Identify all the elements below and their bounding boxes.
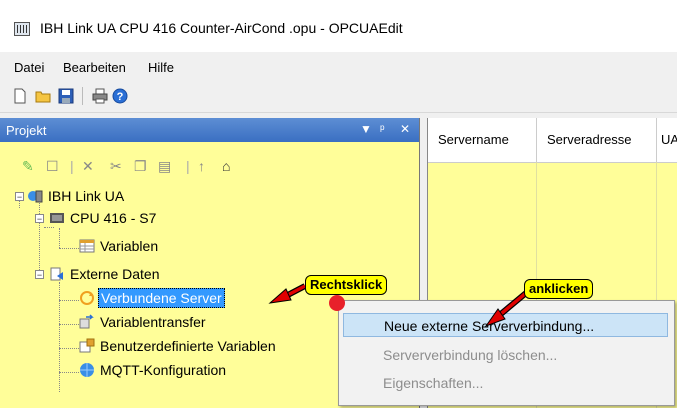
- tree-item-root[interactable]: IBH Link UA: [46, 186, 126, 206]
- menu-item-properties[interactable]: Eigenschaften...: [343, 371, 668, 395]
- tree-label: Variablen: [100, 238, 159, 254]
- pin-icon[interactable]: ᵖ: [380, 122, 385, 136]
- tree-label: CPU 416 - S7: [70, 210, 157, 226]
- help-icon[interactable]: ?: [112, 88, 128, 104]
- tree-label: Variablentransfer: [100, 314, 206, 330]
- tree-item-cpu[interactable]: CPU 416 - S7: [68, 208, 158, 228]
- tree-line: [59, 348, 79, 349]
- save-icon[interactable]: [58, 88, 74, 104]
- column-ua[interactable]: UA: [657, 118, 677, 162]
- menu-hilfe[interactable]: Hilfe: [148, 60, 174, 75]
- tree-line: [59, 300, 79, 301]
- menu-bar: Datei Bearbeiten Hilfe: [0, 52, 677, 78]
- collapse-icon[interactable]: −: [35, 214, 44, 224]
- collapse-icon[interactable]: −: [15, 192, 24, 202]
- context-menu: Neue externe Serververbindung... Serverv…: [338, 300, 675, 406]
- tree-item-transfer[interactable]: Variablentransfer: [98, 312, 208, 332]
- tree-label: IBH Link UA: [48, 188, 125, 204]
- tree-item-userdefined[interactable]: Benutzerdefinierte Variablen: [98, 336, 278, 356]
- refresh-server-icon: [80, 291, 94, 305]
- new-icon[interactable]: [12, 88, 28, 104]
- print-icon[interactable]: [92, 88, 108, 104]
- paste-icon[interactable]: ▤: [158, 158, 171, 175]
- tree-line: [59, 372, 79, 373]
- home-icon[interactable]: ⌂: [222, 158, 230, 174]
- separator-icon-2: |: [186, 158, 190, 174]
- tree-line: [39, 198, 40, 272]
- toolbar-separator: [82, 87, 83, 105]
- tree-item-external[interactable]: Externe Daten: [68, 264, 162, 284]
- open-folder-icon[interactable]: [35, 88, 51, 104]
- edit-icon[interactable]: ☐: [46, 158, 59, 175]
- svg-text:?: ?: [117, 91, 124, 103]
- tree-line: [59, 324, 79, 325]
- panel-close-icon[interactable]: ✕: [400, 122, 410, 136]
- menu-bearbeiten[interactable]: Bearbeiten: [63, 60, 126, 75]
- title-bar: IBH Link UA CPU 416 Counter-AirCond .opu…: [0, 0, 677, 52]
- panel-toolbar: ✎ ☐ | ✕ ✂ ❐ ▤ | ↑ ⌂: [0, 142, 419, 182]
- cpu-icon: [50, 213, 64, 223]
- tree-label: Verbundene Server: [101, 290, 222, 306]
- column-servername[interactable]: Servername: [428, 118, 537, 162]
- collapse-icon[interactable]: −: [35, 270, 44, 280]
- tree-item-variables[interactable]: Variablen: [98, 236, 160, 256]
- grid-header: Servername Serveradresse UA: [428, 118, 677, 163]
- panel-title: Projekt: [6, 123, 47, 138]
- toolbar: ?: [0, 80, 677, 113]
- tree-line: [59, 228, 60, 248]
- table-icon: [79, 239, 95, 253]
- copy-icon[interactable]: ❐: [134, 158, 147, 175]
- menu-item-delete-connection[interactable]: Serververbindung löschen...: [343, 343, 668, 367]
- menu-item-new-connection[interactable]: Neue externe Serververbindung...: [343, 313, 668, 337]
- tree-item-mqtt[interactable]: MQTT-Konfiguration: [98, 360, 228, 380]
- tree-label: MQTT-Konfiguration: [100, 362, 227, 378]
- separator-icon: |: [70, 158, 74, 174]
- panel-dropdown-icon[interactable]: ▼: [360, 122, 372, 136]
- move-up-icon[interactable]: ↑: [198, 158, 205, 174]
- add-node-icon[interactable]: ✎: [22, 158, 34, 175]
- tree-label: Externe Daten: [70, 266, 160, 282]
- tree-item-connected-servers[interactable]: Verbundene Server: [98, 288, 225, 308]
- tree-line: [44, 227, 54, 228]
- tree-line: [59, 282, 60, 392]
- transfer-icon: [79, 314, 94, 329]
- tree-label: Benutzerdefinierte Variablen: [100, 338, 276, 354]
- tree-line: [59, 248, 79, 249]
- mqtt-globe-icon: [80, 363, 94, 377]
- server-globe-icon: [28, 190, 43, 203]
- cut-icon[interactable]: ✂: [110, 158, 122, 175]
- menu-datei[interactable]: Datei: [14, 60, 44, 75]
- window-title: IBH Link UA CPU 416 Counter-AirCond .opu…: [40, 20, 403, 36]
- external-data-icon: [50, 267, 63, 281]
- app-icon: [14, 22, 30, 36]
- panel-header: Projekt ▼ ᵖ ✕: [0, 118, 419, 142]
- callout-rechtsklick: Rechtsklick: [305, 275, 388, 295]
- user-variables-icon: [79, 338, 95, 353]
- callout-anklicken: anklicken: [524, 279, 594, 299]
- delete-icon[interactable]: ✕: [82, 158, 94, 175]
- column-serveradresse[interactable]: Serveradresse: [537, 118, 657, 162]
